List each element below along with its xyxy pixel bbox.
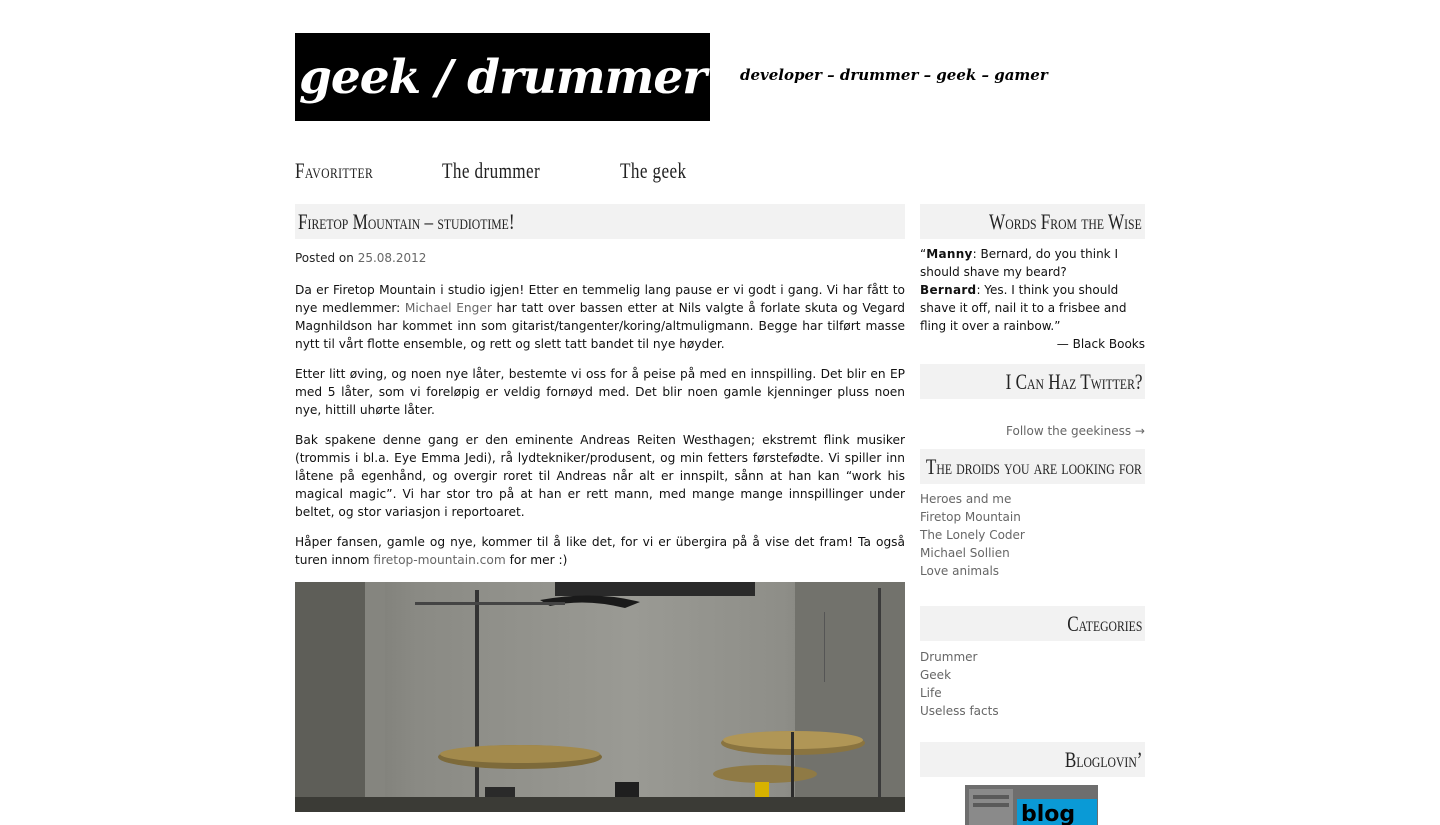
widget-title-text: Categories [1066, 610, 1142, 636]
blogroll-link[interactable]: Heroes and me [920, 492, 1011, 506]
quote-speaker: Manny [926, 247, 973, 261]
sidebar: Words From the Wise “Manny: Bernard, do … [920, 204, 1145, 825]
widget-title-text: I Can Haz Twitter? [1005, 368, 1142, 394]
bloglovin-badge[interactable]: blog [965, 785, 1098, 825]
widget-title-text: Bloglovin’ [1064, 746, 1142, 772]
site-logo[interactable]: geek / drummer [295, 33, 710, 121]
post-date-link[interactable]: 25.08.2012 [358, 251, 427, 265]
widget-title-text: The droids you are looking for [926, 453, 1142, 479]
category-list: Drummer Geek Life Useless facts [920, 648, 1145, 720]
category-link[interactable]: Drummer [920, 650, 977, 664]
list-item: Drummer [920, 648, 1145, 666]
drum-kit-illustration [295, 582, 905, 812]
nav-item-favoritter[interactable]: Favoritter [295, 158, 373, 184]
list-item: The Lonely Coder [920, 526, 1145, 544]
posted-on-label: Posted on [295, 251, 354, 265]
list-item: Life [920, 684, 1145, 702]
main-nav: Favoritter The drummer The geek [295, 158, 753, 184]
widget-title-twitter: I Can Haz Twitter? [920, 364, 1145, 399]
quote-speaker: Bernard [920, 283, 977, 297]
list-item: Michael Sollien [920, 544, 1145, 562]
twitter-follow: Follow the geekiness → [920, 424, 1145, 438]
quote-attribution: — Black Books [1056, 337, 1145, 351]
follow-link[interactable]: Follow the geekiness → [1006, 424, 1145, 438]
widget-title-bloglovin: Bloglovin’ [920, 742, 1145, 777]
list-item: Geek [920, 666, 1145, 684]
list-item: Firetop Mountain [920, 508, 1145, 526]
widget-title-categories: Categories [920, 606, 1145, 641]
michael-enger-link[interactable]: Michael Enger [405, 301, 492, 315]
main-content: Firetop Mountain – studiotime! Posted on… [295, 204, 905, 812]
post-paragraph: Bak spakene denne gang er den eminente A… [295, 433, 905, 519]
site-title[interactable]: geek / drummer [299, 50, 707, 105]
widget-title-text: Words From the Wise [989, 208, 1142, 234]
blogroll-link[interactable]: The Lonely Coder [920, 528, 1025, 542]
category-link[interactable]: Useless facts [920, 704, 999, 718]
bloglovin-badge-text: blog [1021, 802, 1075, 825]
post-meta: Posted on 25.08.2012 [295, 251, 905, 265]
post-paragraph: Etter litt øving, og noen nye låter, bes… [295, 367, 905, 417]
bloglovin-icon: blog [965, 785, 1098, 825]
post-paragraph: Da er Firetop Mountain i studio igjen! E… [295, 281, 905, 353]
nav-item-the-geek[interactable]: The geek [620, 158, 686, 184]
post-title[interactable]: Firetop Mountain – studiotime! [298, 209, 515, 235]
quote-block: “Manny: Bernard, do you think I should s… [920, 245, 1145, 353]
post-paragraph: Håper fansen, gamle og nye, kommer til å… [295, 533, 905, 569]
blogroll-link[interactable]: Michael Sollien [920, 546, 1010, 560]
widget-title-wise: Words From the Wise [920, 204, 1145, 239]
widget-title-droids: The droids you are looking for [920, 449, 1145, 484]
category-link[interactable]: Geek [920, 668, 951, 682]
category-link[interactable]: Life [920, 686, 942, 700]
droids-link-list: Heroes and me Firetop Mountain The Lonel… [920, 490, 1145, 580]
list-item: Useless facts [920, 702, 1145, 720]
list-item: Love animals [920, 562, 1145, 580]
blogroll-link[interactable]: Firetop Mountain [920, 510, 1021, 524]
list-item: Heroes and me [920, 490, 1145, 508]
nav-item-the-drummer[interactable]: The drummer [442, 158, 540, 184]
page: geek / drummer developer – drummer – gee… [0, 0, 1440, 825]
blogroll-link[interactable]: Love animals [920, 564, 999, 578]
drum-kit-photo [295, 582, 905, 812]
post-text: for mer :) [505, 553, 568, 567]
post-title-bar: Firetop Mountain – studiotime! [295, 204, 905, 239]
firetop-mountain-link[interactable]: firetop-mountain.com [373, 553, 505, 567]
site-tagline: developer – drummer – geek – gamer [740, 66, 1048, 84]
